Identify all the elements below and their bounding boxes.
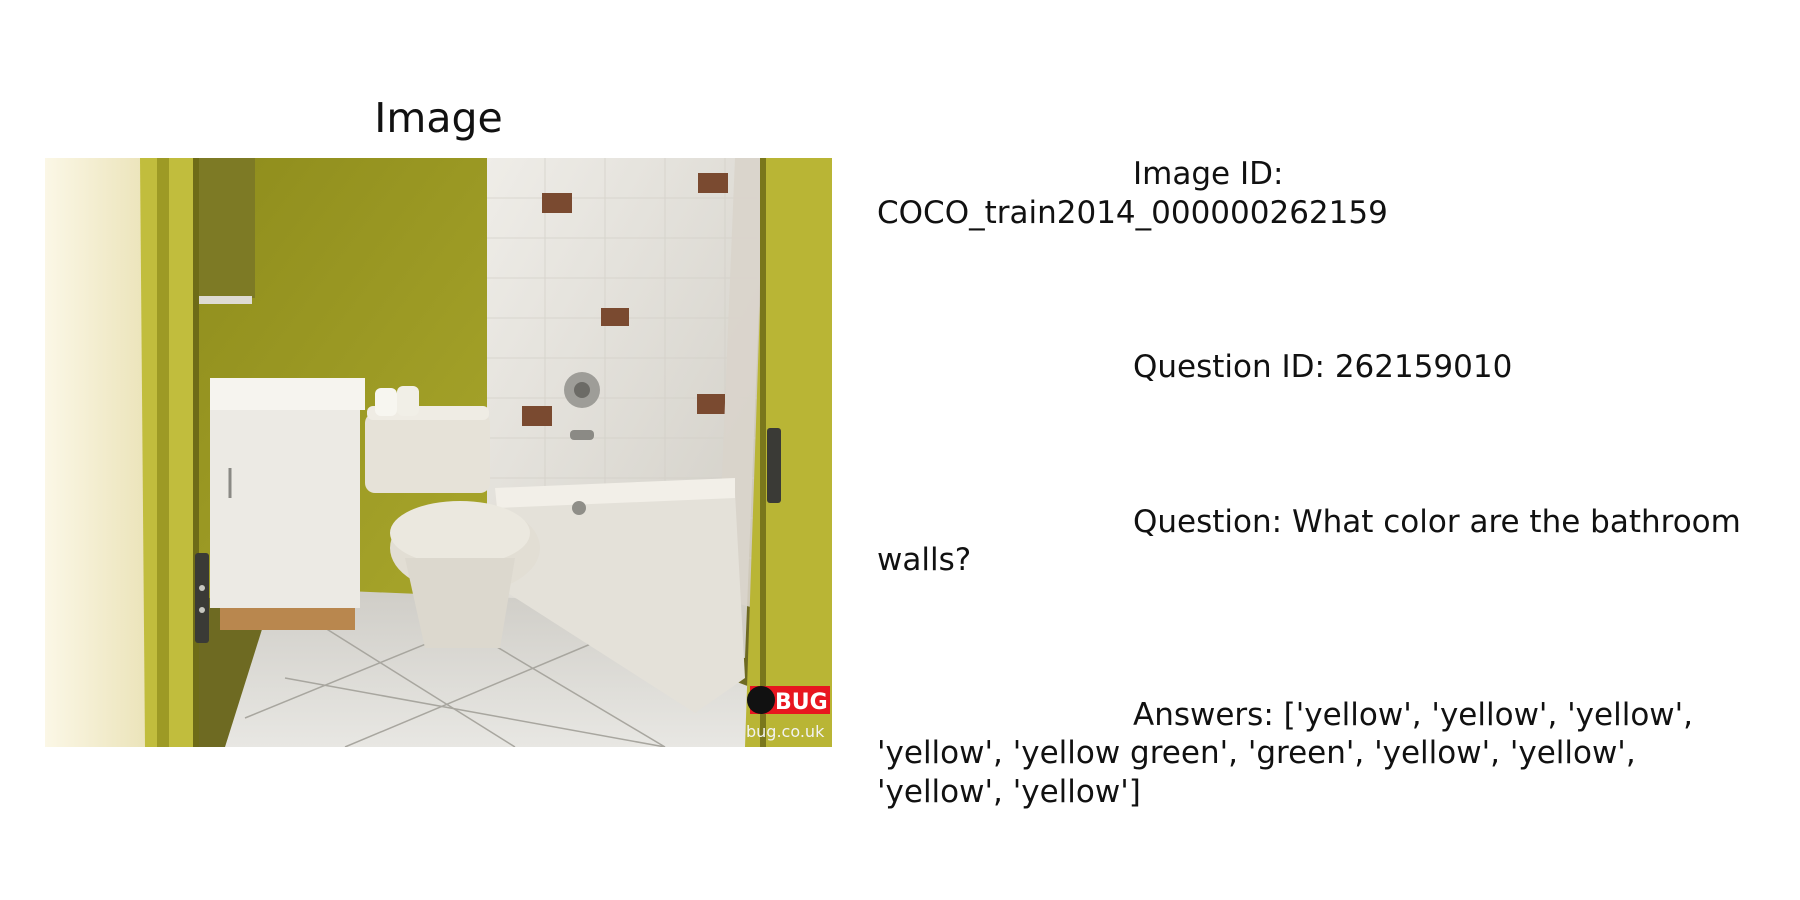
- answers-text: Answers: ['yellow', 'yellow', 'yellow', …: [877, 696, 1694, 810]
- question-id-text: Question ID: 262159010: [1133, 349, 1513, 385]
- panel-title: Image: [374, 94, 503, 142]
- bathroom-photo: BUG bug.co.uk: [45, 158, 832, 747]
- metadata-panel: Image ID: COCO_train2014_000000262159 Qu…: [877, 78, 1797, 889]
- watermark-site: bug.co.uk: [746, 722, 825, 741]
- watermark-brand: BUG: [775, 690, 828, 715]
- question-text: Question: What color are the bathroom wa…: [877, 503, 1741, 579]
- image-id-text: Image ID: COCO_train2014_000000262159: [877, 156, 1388, 231]
